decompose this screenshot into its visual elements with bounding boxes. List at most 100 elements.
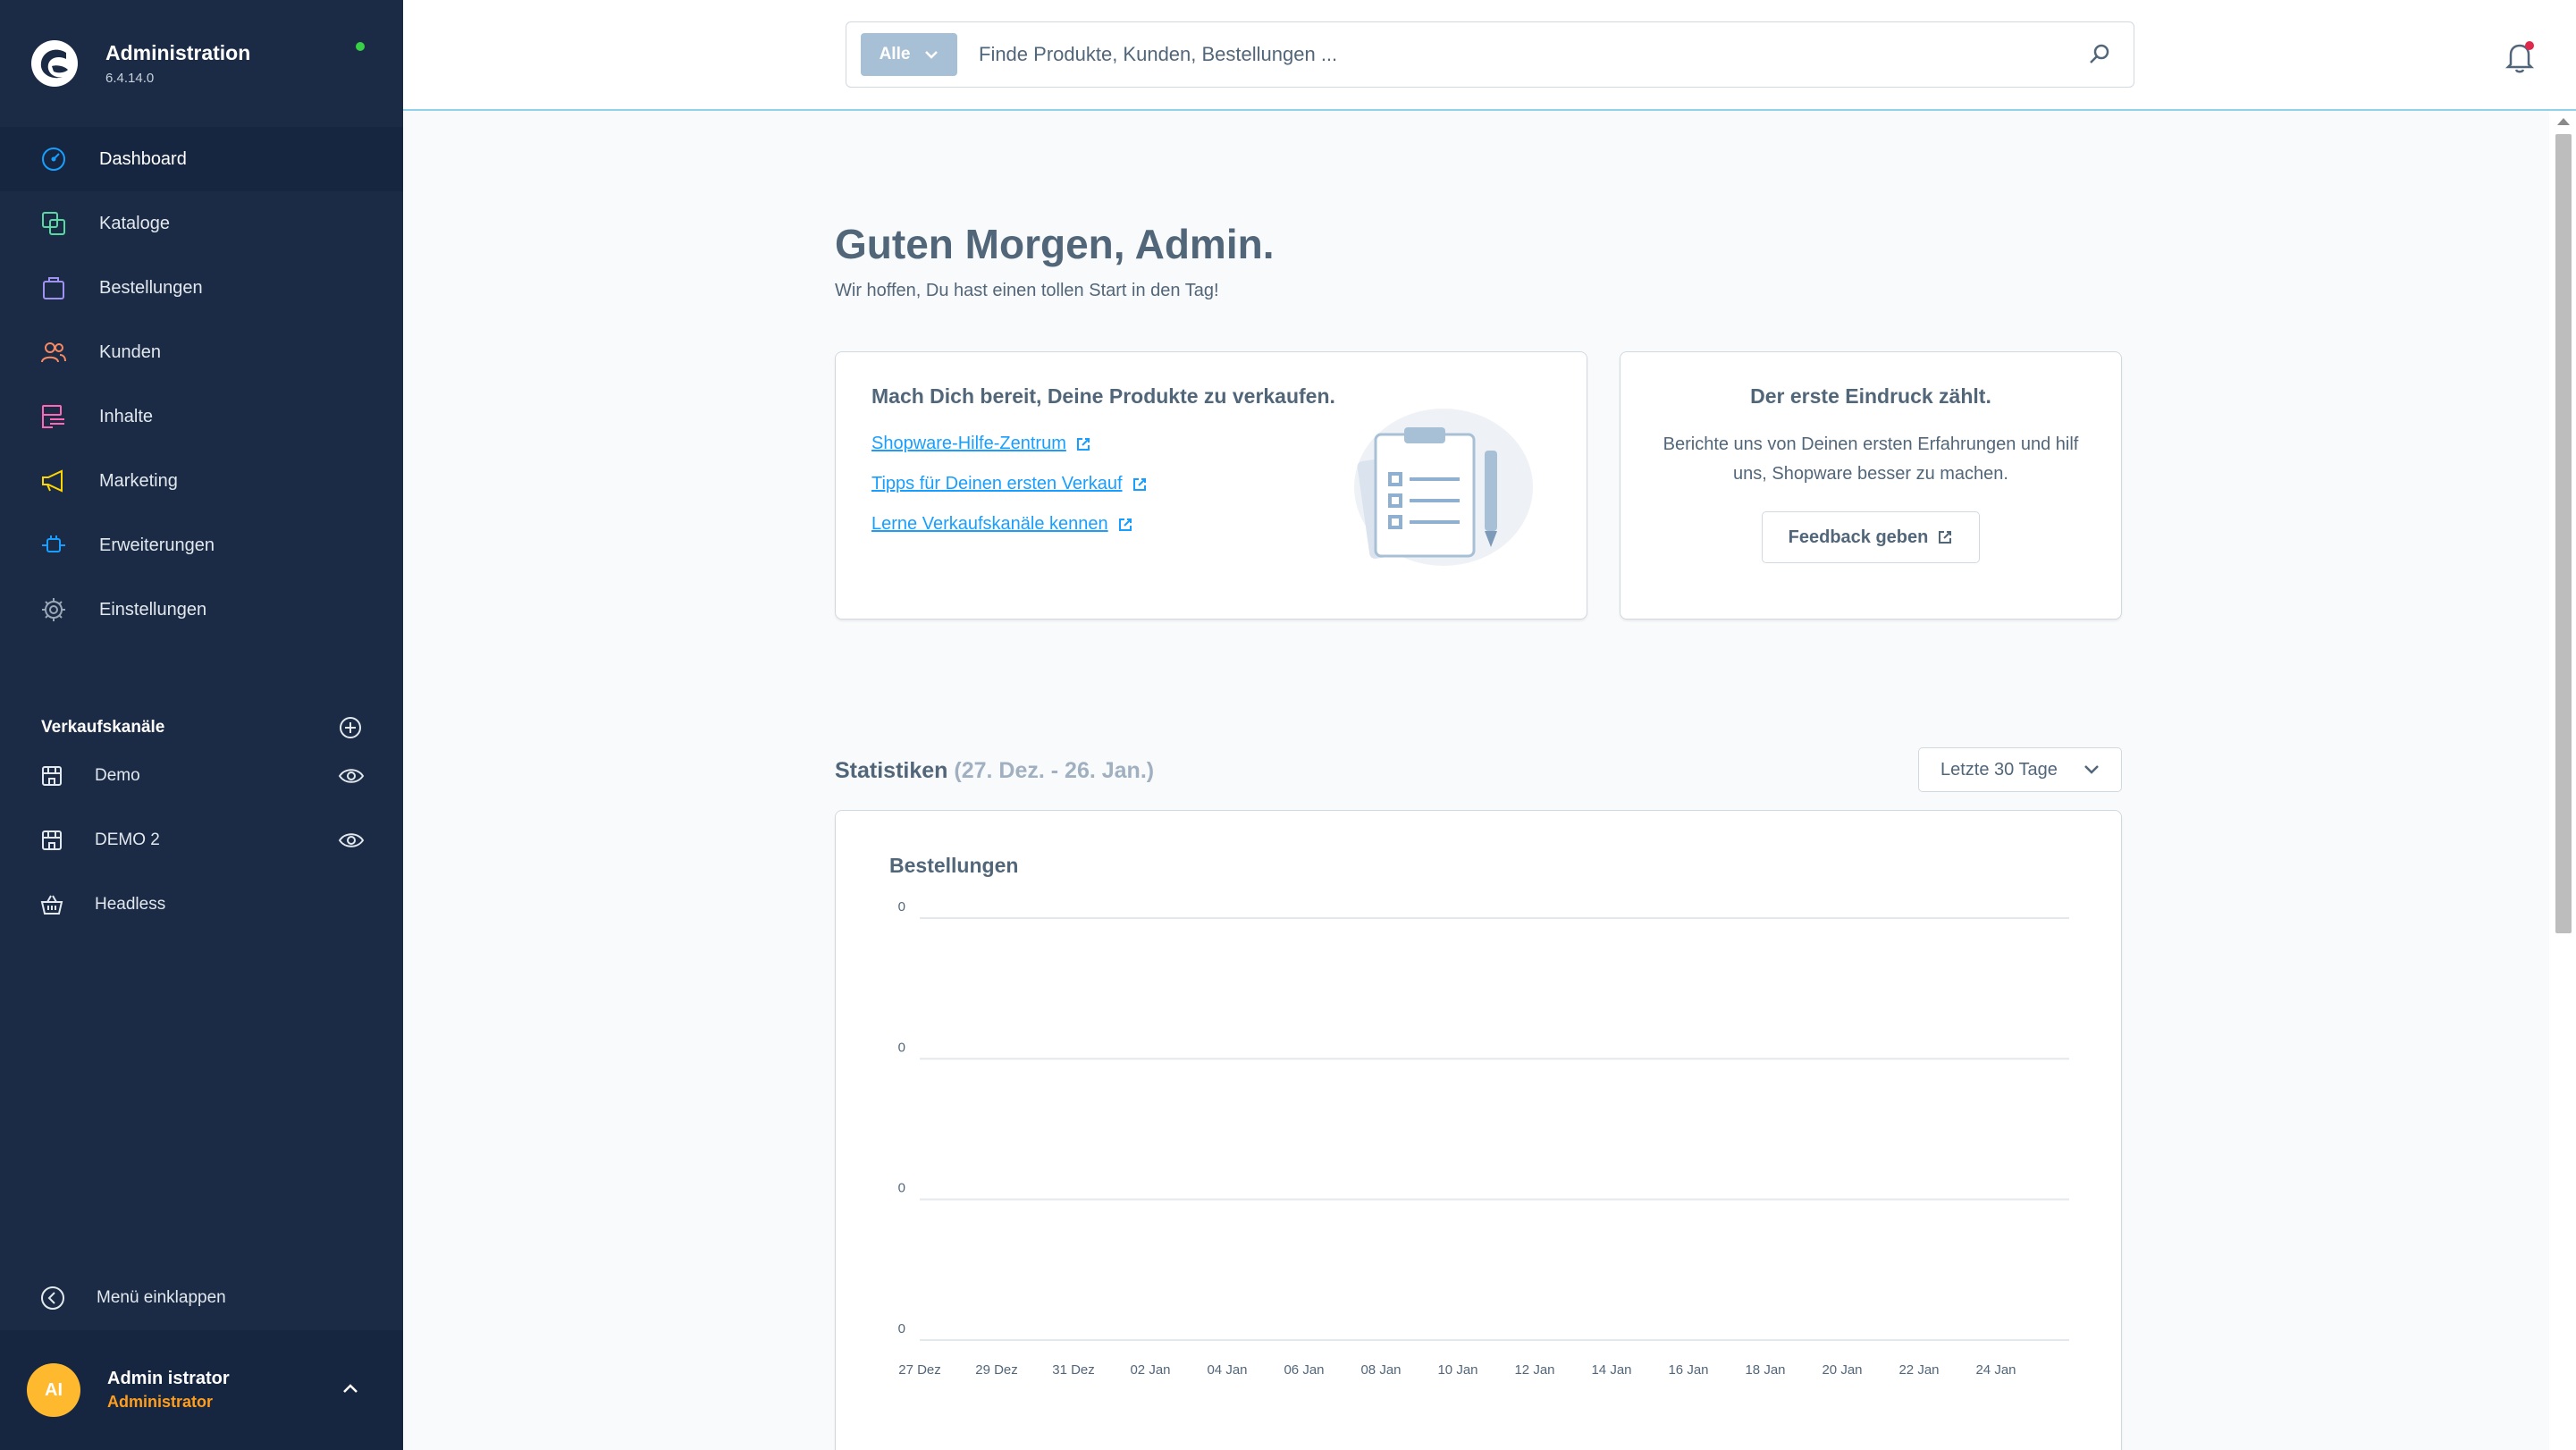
nav-item-extensions[interactable]: Erweiterungen	[0, 513, 403, 577]
app-version: 6.4.14.0	[105, 71, 155, 86]
chevron-left-circle-icon	[41, 1286, 64, 1310]
chart-x-tick-label: 02 Jan	[1130, 1362, 1170, 1378]
main-nav: Dashboard Kataloge Bestellungen Kunden I…	[0, 127, 403, 642]
greeting-title: Guten Morgen, Admin.	[835, 221, 1275, 267]
basket-icon	[39, 892, 64, 917]
link-help-center[interactable]: Shopware-Hilfe-Zentrum	[871, 424, 1148, 464]
nav-label: Marketing	[99, 470, 178, 491]
nav-label: Erweiterungen	[99, 535, 215, 555]
nav-item-orders[interactable]: Bestellungen	[0, 256, 403, 320]
user-info: Admin istrator Administrator	[107, 1369, 230, 1412]
brand: Administration 6.4.14.0	[105, 41, 250, 86]
statistics-title: Statistiken (27. Dez. - 26. Jan.)	[835, 758, 1154, 784]
statistics-range: (27. Dez. - 26. Jan.)	[954, 758, 1155, 783]
feedback-card: Der erste Eindruck zählt. Berichte uns v…	[1620, 351, 2122, 620]
nav-label: Kunden	[99, 341, 161, 362]
sales-channel-demo-2[interactable]: DEMO 2	[0, 808, 403, 873]
greeting-subtitle: Wir hoffen, Du hast einen tollen Start i…	[835, 281, 1219, 300]
sales-channels-header: Verkaufskanäle	[0, 712, 403, 744]
app-title: Administration	[105, 41, 251, 64]
chart-y-tick-label: 0	[898, 1040, 905, 1055]
page-scrollbar[interactable]	[2549, 111, 2576, 1450]
nav-item-settings[interactable]: Einstellungen	[0, 577, 403, 642]
notification-bell-icon[interactable]	[2502, 39, 2538, 75]
collapse-menu-button[interactable]: Menü einklappen	[0, 1266, 403, 1330]
chart-x-tick-label: 14 Jan	[1591, 1362, 1631, 1378]
dashboard-icon	[39, 145, 68, 173]
chevron-down-icon	[925, 51, 939, 59]
shopware-logo-icon[interactable]	[30, 39, 79, 88]
sales-channel-headless[interactable]: Headless	[0, 873, 403, 937]
chart-x-tick-label: 22 Jan	[1898, 1362, 1939, 1378]
external-link-icon	[1132, 477, 1146, 491]
eye-icon[interactable]	[338, 830, 365, 851]
scroll-up-arrow-icon[interactable]	[2557, 118, 2570, 125]
scroll-thumb[interactable]	[2555, 134, 2572, 933]
eye-icon[interactable]	[338, 765, 365, 787]
nav-label: Bestellungen	[99, 277, 203, 298]
nav-item-marketing[interactable]: Marketing	[0, 449, 403, 513]
top-bar: Alle	[403, 0, 2576, 111]
date-range-value: Letzte 30 Tage	[1940, 759, 2058, 780]
user-menu[interactable]: AI Admin istrator Administrator	[0, 1330, 403, 1450]
link-label: Tipps für Deinen ersten Verkauf	[871, 474, 1123, 493]
status-indicator	[356, 42, 365, 51]
settings-icon	[39, 595, 68, 624]
chevron-up-icon[interactable]	[340, 1378, 361, 1400]
orders-chart-card: Bestellungen 0 0 0 0 27 Dez 29 Dez 31 Dez 02 Ja…	[835, 810, 2122, 1450]
link-label: Shopware-Hilfe-Zentrum	[871, 434, 1066, 453]
getting-started-links: Shopware-Hilfe-Zentrum Tipps für Deinen …	[871, 424, 1148, 544]
external-link-icon	[1939, 531, 1952, 544]
orders-icon	[39, 274, 68, 302]
search-icon[interactable]	[2087, 42, 2112, 67]
nav-item-dashboard[interactable]: Dashboard	[0, 127, 403, 191]
getting-started-card: Mach Dich bereit, Deine Produkte zu verk…	[835, 351, 1587, 620]
search-type-label: Alle	[879, 45, 911, 63]
nav-item-content[interactable]: Inhalte	[0, 384, 403, 449]
nav-label: Einstellungen	[99, 599, 207, 620]
nav-item-catalogs[interactable]: Kataloge	[0, 191, 403, 256]
getting-started-title: Mach Dich bereit, Deine Produkte zu verk…	[871, 384, 1335, 408]
avatar: AI	[27, 1363, 80, 1417]
user-name: Admin istrator	[107, 1369, 230, 1388]
catalog-icon	[39, 209, 68, 238]
link-first-sale-tips[interactable]: Tipps für Deinen ersten Verkauf	[871, 464, 1148, 504]
orders-chart: 0 0 0 0 27 Dez 29 Dez 31 Dez 02 Jan 04 Jan 06 Jan…	[898, 899, 2069, 1378]
sales-channels-title: Verkaufskanäle	[41, 718, 165, 737]
chart-x-tick-label: 18 Jan	[1745, 1362, 1785, 1378]
date-range-select[interactable]: Letzte 30 Tage	[1918, 747, 2122, 792]
clipboard-illustration-icon	[1354, 409, 1533, 566]
chart-x-tick-label: 24 Jan	[1975, 1362, 2016, 1378]
marketing-icon	[39, 467, 68, 495]
link-sales-channels[interactable]: Lerne Verkaufskanäle kennen	[871, 504, 1148, 544]
customers-icon	[39, 338, 68, 367]
statistics-label: Statistiken	[835, 758, 948, 783]
sales-channel-label: Demo	[95, 766, 140, 785]
chart-x-tick-label: 29 Dez	[975, 1362, 1018, 1378]
nav-label: Kataloge	[99, 213, 170, 233]
chart-x-tick-label: 12 Jan	[1514, 1362, 1554, 1378]
chart-y-tick-label: 0	[898, 1181, 905, 1196]
chart-x-tick-label: 08 Jan	[1360, 1362, 1401, 1378]
chart-y-tick-label: 0	[898, 1321, 905, 1336]
feedback-button[interactable]: Feedback geben	[1762, 511, 1980, 563]
content-icon	[39, 402, 68, 431]
storefront-icon	[39, 828, 64, 853]
user-role: Administrator	[107, 1393, 214, 1411]
feedback-title: Der erste Eindruck zählt.	[1750, 384, 1991, 408]
chart-x-tick-label: 31 Dez	[1052, 1362, 1095, 1378]
chart-x-tick-label: 04 Jan	[1207, 1362, 1247, 1378]
chevron-down-icon	[2084, 765, 2099, 774]
sidebar: Administration 6.4.14.0 Dashboard Katalo…	[0, 0, 403, 1450]
search-type-select[interactable]: Alle	[861, 33, 957, 76]
nav-item-customers[interactable]: Kunden	[0, 320, 403, 384]
chart-y-tick-label: 0	[898, 899, 905, 915]
sidebar-header: Administration 6.4.14.0	[0, 0, 403, 127]
add-sales-channel-icon[interactable]	[339, 716, 362, 739]
extensions-icon	[39, 531, 68, 560]
sales-channel-demo[interactable]: Demo	[0, 744, 403, 808]
chart-x-tick-label: 27 Dez	[898, 1362, 941, 1378]
search-input[interactable]	[979, 43, 2087, 66]
sales-channel-label: DEMO 2	[95, 830, 160, 849]
feedback-button-label: Feedback geben	[1788, 527, 1929, 547]
